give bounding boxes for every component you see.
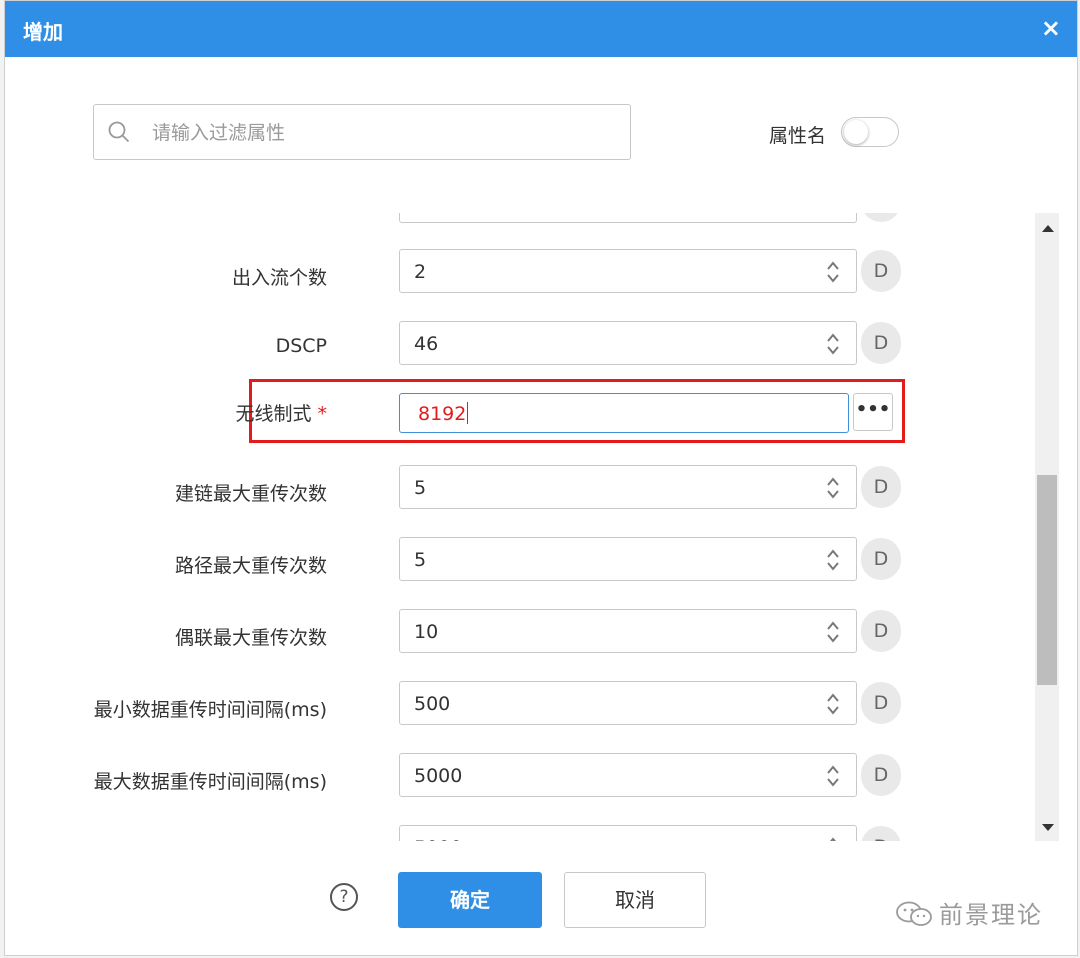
number-input[interactable]: 5000	[399, 825, 857, 841]
field-value: 500	[414, 693, 451, 715]
scroll-up-icon[interactable]	[1042, 225, 1054, 232]
default-button[interactable]: D	[861, 466, 901, 508]
field-label: 路径最大重传次数	[174, 555, 327, 577]
field-label: 出入流个数	[231, 267, 327, 289]
attribute-name-toggle-label: 属性名	[769, 125, 827, 147]
field-label: 心跳探测时间间隔(ms)	[132, 839, 327, 841]
number-input[interactable]: 10	[399, 609, 857, 653]
field-value: 2	[414, 261, 427, 283]
close-icon[interactable]: ×	[1041, 13, 1061, 43]
help-icon[interactable]: ?	[330, 883, 358, 911]
field-value: 10	[414, 621, 439, 643]
form-row: 建链最大重传次数 5 D	[5, 465, 1035, 523]
default-button[interactable]: D	[861, 610, 901, 652]
default-button[interactable]: D	[861, 250, 901, 292]
form-row: 最大数据重传时间间隔(ms) 5000 D	[5, 753, 1035, 811]
required-mark: *	[317, 403, 328, 425]
more-options-button[interactable]: •••	[853, 393, 893, 431]
number-input[interactable]: 5	[399, 465, 857, 509]
number-input[interactable]: 500	[399, 681, 857, 725]
default-button[interactable]: D	[861, 538, 901, 580]
form-row: 心跳探测时间间隔(ms) 5000 D	[5, 825, 1035, 841]
form-row-partial	[5, 213, 1035, 237]
attribute-form: 出入流个数 2 D DSCP 46 D 无线制式 * 8192 ••• 建链最大重传次数 5 D…	[5, 213, 1035, 841]
form-row: DSCP 46 D	[5, 321, 1035, 379]
number-input[interactable]: 46	[399, 321, 857, 365]
field-label: 最大数据重传时间间隔(ms)	[93, 771, 327, 793]
field-value: 5000	[414, 837, 462, 841]
toggle-knob	[844, 120, 868, 144]
number-input[interactable]: 5000	[399, 753, 857, 797]
spinner-icon[interactable]	[826, 691, 840, 717]
field-label: 建链最大重传次数	[174, 483, 327, 505]
form-row: 偶联最大重传次数 10 D	[5, 609, 1035, 667]
default-button[interactable]: D	[861, 826, 901, 841]
wechat-icon	[896, 901, 932, 926]
wireless-mode-label: 无线制式 *	[235, 403, 328, 425]
add-dialog: 增加 × 属性名 出入流个数 2 D DSCP 46 D 无线制式* 8192 ••• 建…	[4, 0, 1078, 956]
form-row: 最小数据重传时间间隔(ms) 500 D	[5, 681, 1035, 739]
wireless-mode-value: 8192	[418, 402, 469, 425]
vertical-scrollbar[interactable]	[1035, 213, 1059, 841]
form-row: 出入流个数 2 D	[5, 249, 1035, 307]
default-button[interactable]: D	[861, 322, 901, 364]
dialog-titlebar: 增加 ×	[5, 1, 1077, 57]
dialog-title: 增加	[23, 20, 63, 44]
form-row: 路径最大重传次数 5 D	[5, 537, 1035, 595]
spinner-icon[interactable]	[826, 475, 840, 501]
spinner-icon[interactable]	[826, 763, 840, 789]
scrollbar-thumb[interactable]	[1037, 475, 1057, 685]
field-value: 5000	[414, 765, 463, 787]
number-input[interactable]: 2	[399, 249, 857, 293]
number-input[interactable]: 5	[399, 537, 857, 581]
field-label: DSCP	[275, 335, 327, 357]
field-label: 偶联最大重传次数	[174, 627, 327, 649]
field-value: 5	[414, 477, 427, 499]
wireless-mode-input[interactable]: 8192	[399, 393, 849, 433]
default-button[interactable]	[861, 213, 901, 222]
filter-search-box	[93, 104, 631, 161]
partial-number-input[interactable]	[399, 213, 857, 223]
search-icon	[108, 121, 130, 143]
scroll-down-icon[interactable]	[1042, 824, 1054, 831]
filter-input[interactable]	[150, 105, 614, 161]
spinner-icon[interactable]	[826, 547, 840, 573]
spinner-icon[interactable]	[826, 331, 840, 357]
attribute-name-toggle[interactable]	[841, 117, 899, 147]
watermark: 前景理论	[895, 895, 1043, 929]
spinner-icon[interactable]	[826, 259, 840, 285]
field-label: 最小数据重传时间间隔(ms)	[93, 699, 327, 721]
cancel-button[interactable]: 取消	[564, 872, 706, 928]
field-value: 5	[414, 549, 427, 571]
ok-button[interactable]: 确定	[398, 872, 542, 928]
spinner-icon[interactable]	[826, 835, 840, 841]
spinner-icon[interactable]	[826, 619, 840, 645]
watermark-text: 前景理论	[939, 901, 1043, 929]
text-caret	[467, 402, 469, 424]
field-value: 46	[414, 333, 439, 355]
default-button[interactable]: D	[861, 682, 901, 724]
default-button[interactable]: D	[861, 754, 901, 796]
